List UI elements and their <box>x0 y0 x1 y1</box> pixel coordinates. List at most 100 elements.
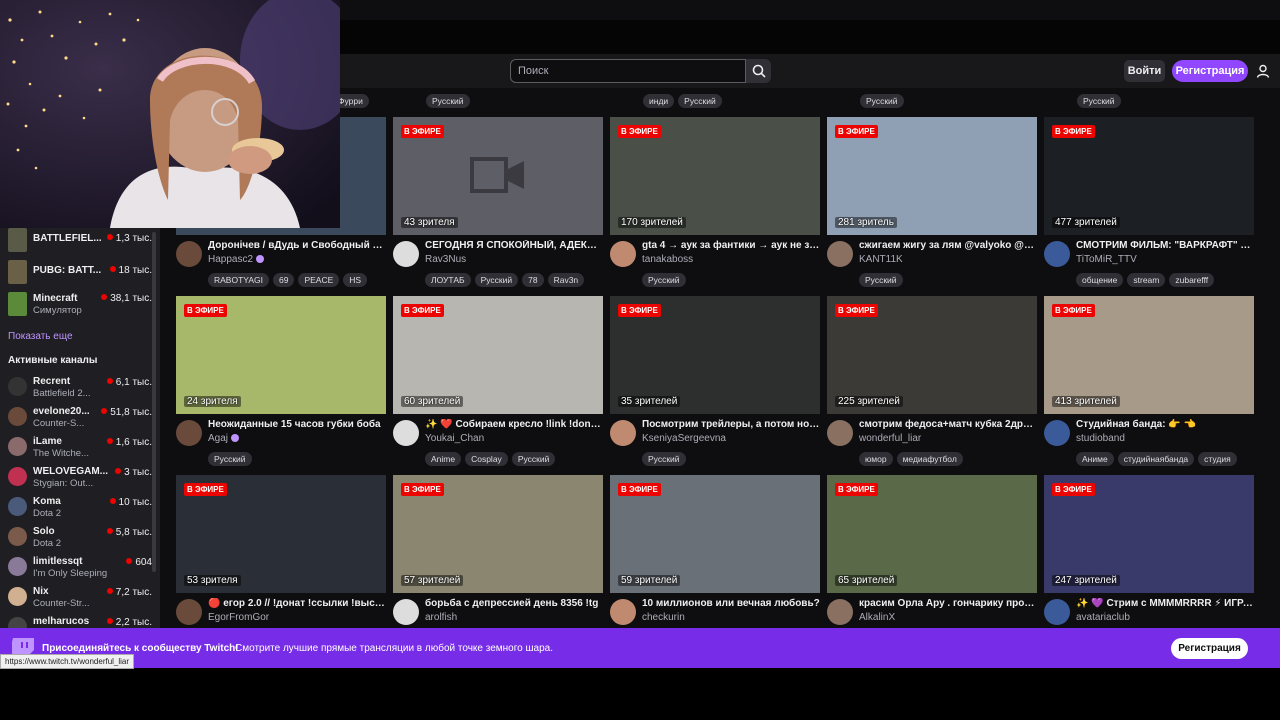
stream-title[interactable]: Неожиданные 15 часов губки боба <box>208 419 386 430</box>
tag-pill[interactable]: Anime <box>425 452 462 466</box>
tag-pill[interactable]: инди <box>643 94 675 108</box>
channel-name[interactable]: studioband <box>1076 433 1125 444</box>
tag-pill[interactable]: Русский <box>511 452 556 466</box>
stream-card[interactable]: В ЭФИРЕ 60 зрителей ✨ ❤️ Собираем кресло !… <box>393 296 603 466</box>
channel-name-text[interactable]: tanakaboss <box>642 254 693 265</box>
stream-thumbnail[interactable]: В ЭФИРЕ 65 зрителей <box>827 475 1037 593</box>
stream-card[interactable]: В ЭФИРЕ 477 зрителей СМОТРИМ ФИЛЬМ: "ВАРКР… <box>1044 117 1254 287</box>
sidebar-channel[interactable]: Koma Dota 2 10 тыс. <box>8 495 152 521</box>
sidebar-channel[interactable]: iLame The Witche... 1,6 тыс. <box>8 435 152 461</box>
signup-button[interactable]: Регистрация <box>1172 60 1248 82</box>
stream-thumbnail[interactable]: В ЭФИРЕ 60 зрителей <box>393 296 603 414</box>
sidebar-category[interactable]: PUBG: BATT... 18 тыс. <box>8 260 152 286</box>
channel-avatar[interactable] <box>176 420 202 446</box>
stream-title[interactable]: красим Орла Ару . гончарику прове... <box>859 598 1037 609</box>
sidebar-channel[interactable]: Recrent Battlefield 2... 6,1 тыс. <box>8 375 152 401</box>
stream-thumbnail[interactable]: В ЭФИРЕ 57 зрителей <box>393 475 603 593</box>
channel-name[interactable]: KANT11K <box>859 254 903 265</box>
sidebar-channel[interactable]: Solo Dota 2 5,8 тыс. <box>8 525 152 551</box>
channel-name-text[interactable]: KANT11K <box>859 254 903 265</box>
stream-card[interactable]: В ЭФИРЕ 225 зрителей смотрим федоса+матч к… <box>827 296 1037 466</box>
sidebar-channel[interactable]: WELOVEGAM... Stygian: Out... 3 тыс. <box>8 465 152 491</box>
channel-name-text[interactable]: TiToMiR_TTV <box>1076 254 1137 265</box>
stream-title[interactable]: борьба с депрессией день 8356 !tg <box>425 598 603 609</box>
channel-avatar[interactable] <box>827 599 853 625</box>
tag-pill[interactable]: Русский <box>208 452 252 466</box>
stream-card[interactable]: В ЭФИРЕ 24 зрителя Неожиданные 15 часов гу… <box>176 296 386 466</box>
stream-card[interactable]: В ЭФИРЕ 57 зрителей борьба с депрессией де… <box>393 475 603 645</box>
tag-pill[interactable]: Русский <box>642 452 686 466</box>
tag-pill[interactable]: Русский <box>474 273 519 287</box>
banner-signup-button[interactable]: Регистрация <box>1171 638 1248 659</box>
stream-card[interactable]: В ЭФИРЕ 413 зрителей Студийная банда: 👉 👈 s… <box>1044 296 1254 466</box>
stream-title[interactable]: 10 миллионов или вечная любовь? <box>642 598 820 609</box>
stream-thumbnail[interactable]: В ЭФИРЕ 43 зрителя <box>393 117 603 235</box>
channel-avatar[interactable] <box>610 599 636 625</box>
tag-pill[interactable]: медиафутбол <box>896 452 963 466</box>
stream-title[interactable]: 🔴 егор 2.0 // !донат !ссылки !выстр... <box>208 598 386 609</box>
channel-avatar[interactable] <box>393 599 419 625</box>
sidebar-category[interactable]: BATTLEFIEL... 1,3 тыс. <box>8 228 152 254</box>
login-button[interactable]: Войти <box>1124 60 1165 82</box>
stream-thumbnail[interactable]: В ЭФИРЕ 477 зрителей <box>1044 117 1254 235</box>
channel-name[interactable]: wonderful_liar <box>859 433 921 444</box>
channel-name-text[interactable]: Rav3Nus <box>425 254 466 265</box>
stream-thumbnail[interactable]: В ЭФИРЕ 281 зритель <box>827 117 1037 235</box>
channel-name[interactable]: EgorFromGor <box>208 612 269 623</box>
tag-pill[interactable]: Аниме <box>1076 452 1114 466</box>
channel-name-text[interactable]: AlkalinX <box>859 612 895 623</box>
stream-card[interactable]: В ЭФИРЕ 59 зрителей 10 миллионов или вечна… <box>610 475 820 645</box>
channel-avatar[interactable] <box>827 420 853 446</box>
stream-thumbnail[interactable]: В ЭФИРЕ 413 зрителей <box>1044 296 1254 414</box>
stream-thumbnail[interactable]: В ЭФИРЕ 225 зрителей <box>827 296 1037 414</box>
channel-name-text[interactable]: avatariaclub <box>1076 612 1130 623</box>
tag-pill[interactable]: студийнаябанда <box>1117 452 1195 466</box>
sidebar-channel[interactable]: Nix Counter-Str... 7,2 тыс. <box>8 585 152 611</box>
stream-title[interactable]: ✨ 💜 Стрим с MMMMRRRR ⚡ ИГРА "... <box>1076 598 1254 609</box>
tag-pill[interactable]: zubarefff <box>1169 273 1215 287</box>
tag-pill[interactable]: HS <box>343 273 368 287</box>
tag-pill[interactable]: 69 <box>272 273 295 287</box>
stream-thumbnail[interactable]: В ЭФИРЕ 35 зрителей <box>610 296 820 414</box>
channel-name[interactable]: KseniyaSergeevna <box>642 433 726 444</box>
channel-name-text[interactable]: Youkai_Chan <box>425 433 484 444</box>
channel-avatar[interactable] <box>1044 599 1070 625</box>
channel-name[interactable]: avatariaclub <box>1076 612 1130 623</box>
stream-thumbnail[interactable]: В ЭФИРЕ 170 зрителей <box>610 117 820 235</box>
channel-name[interactable]: TiToMiR_TTV <box>1076 254 1137 265</box>
tag-pill[interactable]: ЛОУТАБ <box>425 273 471 287</box>
channel-name[interactable]: arolfish <box>425 612 457 623</box>
channel-name-text[interactable]: Happasc2 <box>208 254 253 265</box>
channel-avatar[interactable] <box>827 241 853 267</box>
tag-pill[interactable]: Cosplay <box>465 452 508 466</box>
stream-thumbnail[interactable]: В ЭФИРЕ 247 зрителей <box>1044 475 1254 593</box>
channel-name[interactable]: Rav3Nus <box>425 254 466 265</box>
channel-name-text[interactable]: wonderful_liar <box>859 433 921 444</box>
channel-name-text[interactable]: KseniyaSergeevna <box>642 433 726 444</box>
channel-avatar[interactable] <box>1044 241 1070 267</box>
sidebar-channel[interactable]: limitlessqt I'm Only Sleeping 604 <box>8 555 152 581</box>
stream-title[interactable]: смотрим федоса+матч кубка 2дрот... <box>859 419 1037 430</box>
channel-avatar[interactable] <box>393 420 419 446</box>
channel-name-text[interactable]: checkurin <box>642 612 685 623</box>
channel-avatar[interactable] <box>176 241 202 267</box>
user-icon[interactable] <box>1256 64 1270 78</box>
search-button[interactable] <box>746 59 771 83</box>
stream-card[interactable]: В ЭФИРЕ 53 зрителя 🔴 егор 2.0 // !донат !с… <box>176 475 386 645</box>
channel-name-text[interactable]: EgorFromGor <box>208 612 269 623</box>
tag-pill[interactable]: 78 <box>522 273 544 287</box>
show-more-link[interactable]: Показать еще <box>8 331 73 342</box>
tag-pill[interactable]: PEACE <box>298 273 340 287</box>
stream-title[interactable]: Студийная банда: 👉 👈 <box>1076 419 1254 430</box>
channel-avatar[interactable] <box>610 420 636 446</box>
stream-title[interactable]: gta 4 → аук за фантики → аук не за ... <box>642 240 820 251</box>
stream-card[interactable]: В ЭФИРЕ 247 зрителей ✨ 💜 Стрим с MMMMRRRR … <box>1044 475 1254 645</box>
stream-thumbnail[interactable]: В ЭФИРЕ 53 зрителя <box>176 475 386 593</box>
channel-name[interactable]: Agaj <box>208 433 240 444</box>
sidebar-channel[interactable]: evelone20... Counter-S... 51,8 тыс. <box>8 405 152 431</box>
stream-card[interactable]: В ЭФИРЕ 170 зрителей gta 4 → аук за фантик… <box>610 117 820 287</box>
channel-avatar[interactable] <box>1044 420 1070 446</box>
channel-avatar[interactable] <box>393 241 419 267</box>
tag-pill[interactable]: Русский <box>1077 94 1121 108</box>
stream-card[interactable]: В ЭФИРЕ 35 зрителей Посмотрим трейлеры, а … <box>610 296 820 466</box>
